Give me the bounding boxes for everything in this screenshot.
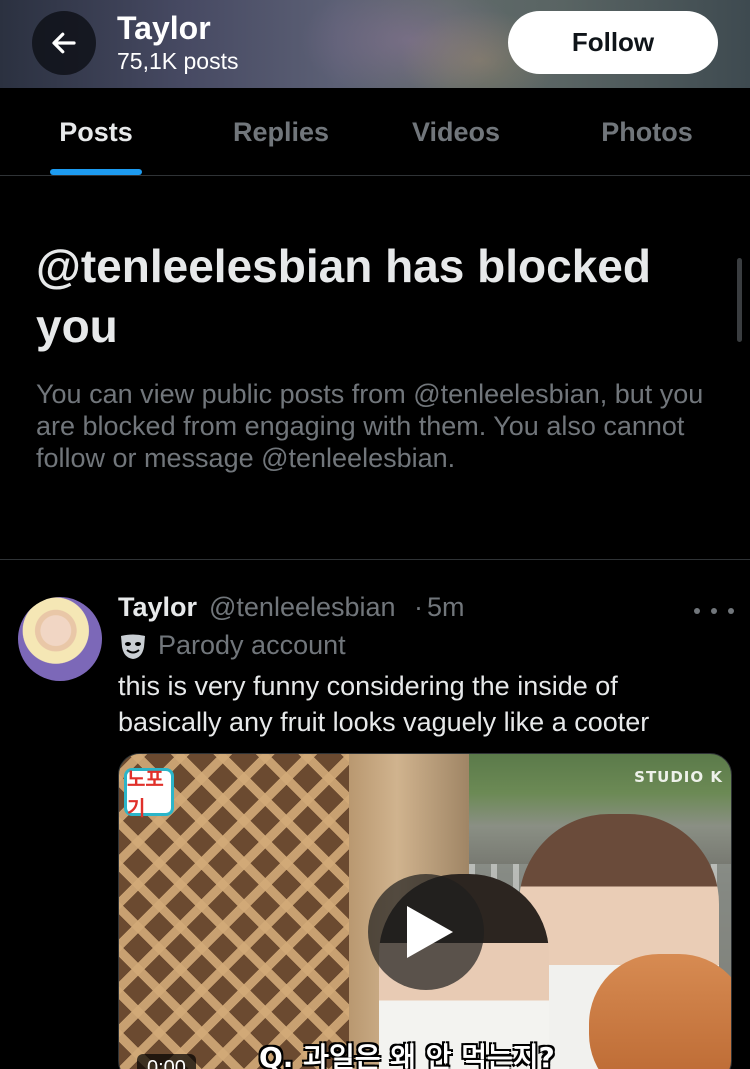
section-divider xyxy=(0,559,750,560)
tweet-video-thumbnail[interactable]: 노포기 STUDIO K Q. 과일은 왜 안 먹는지? 0:00 xyxy=(118,753,732,1069)
avatar[interactable] xyxy=(18,597,102,681)
header-post-count: 75,1K posts xyxy=(117,48,239,74)
follow-button[interactable]: Follow xyxy=(508,11,718,74)
tweet-timestamp[interactable]: 5m xyxy=(427,592,465,623)
tab-posts[interactable]: Posts xyxy=(0,88,192,176)
theater-mask-icon xyxy=(121,634,145,659)
profile-header: Taylor 75,1K posts Follow xyxy=(0,0,750,88)
parody-account-label: Parody account xyxy=(158,630,346,660)
profile-tabs: Posts Replies Videos Photos xyxy=(0,88,750,176)
active-tab-indicator xyxy=(50,169,142,175)
tweet-text: this is very funny considering the insid… xyxy=(118,671,650,737)
back-button[interactable] xyxy=(32,11,96,75)
tab-photos[interactable]: Photos xyxy=(551,88,743,176)
tab-replies[interactable]: Replies xyxy=(185,88,377,176)
scrollbar[interactable] xyxy=(737,258,742,342)
arrow-left-icon xyxy=(52,32,76,54)
tab-videos[interactable]: Videos xyxy=(360,88,552,176)
video-subtitle: Q. 과일은 왜 안 먹는지? xyxy=(259,1041,555,1069)
blocked-description: You can view public posts from @tenleele… xyxy=(36,379,704,473)
tweet-display-name[interactable]: Taylor xyxy=(118,592,197,623)
blocked-title: @tenleelesbian has blocked you xyxy=(36,240,651,352)
play-icon xyxy=(407,906,453,958)
more-horizontal-icon[interactable] xyxy=(694,596,734,626)
play-button[interactable] xyxy=(368,874,484,990)
tweet-handle[interactable]: @tenleelesbian xyxy=(209,592,396,623)
tweet-separator: · xyxy=(414,592,423,622)
header-display-name: Taylor xyxy=(117,10,211,46)
studio-watermark: STUDIO K xyxy=(634,768,723,786)
show-logo-badge: 노포기 xyxy=(124,768,174,820)
video-duration: 0:00 xyxy=(137,1054,196,1069)
